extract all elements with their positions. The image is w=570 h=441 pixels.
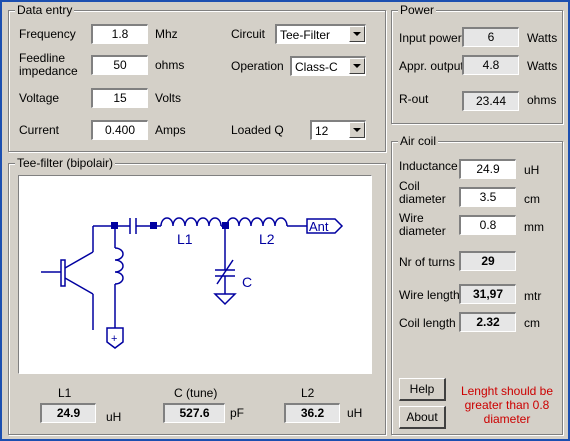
transistor-base-bar <box>60 259 66 287</box>
schematic-l1-label: L1 <box>177 231 193 247</box>
coil-length-label: Coil length <box>399 316 456 330</box>
schematic-c-label: C <box>242 274 252 290</box>
wire-diameter-label-line2: diameter <box>399 224 446 238</box>
warning-line-3: diameter <box>483 412 531 426</box>
junction-dot <box>111 222 118 229</box>
frequency-unit: Mhz <box>155 27 178 41</box>
nr-turns-value: 29 <box>459 251 516 271</box>
voltage-unit: Volts <box>155 91 182 105</box>
input-power-value: 6 <box>462 27 519 47</box>
l2-result-value: 36.2 <box>284 403 340 423</box>
r-out-value: 23.44 <box>462 91 519 111</box>
input-power-label: Input power <box>399 31 462 45</box>
loaded-q-select-value: 12 <box>315 124 329 138</box>
l2-coil <box>226 217 288 227</box>
collector-lead <box>64 251 94 269</box>
schematic-l2-label: L2 <box>259 231 275 247</box>
about-button[interactable]: About <box>399 406 446 429</box>
impedance-input[interactable]: 50 <box>91 55 148 75</box>
appr-output-label: Appr. output <box>399 59 464 73</box>
voltage-label: Voltage <box>19 91 60 105</box>
air-coil-title: Air coil <box>398 134 439 148</box>
coil-length-unit: cm <box>524 316 540 330</box>
current-label: Current <box>19 123 60 137</box>
l2-result-label: L2 <box>301 386 315 400</box>
warning-message: Lenght should be greater than 0.8 diamet… <box>458 384 556 426</box>
coil-diameter-label-line2: diameter <box>399 192 446 206</box>
schematic-canvas: L1 L2 C Ant + <box>18 175 372 374</box>
c-tune-label: C (tune) <box>174 386 218 400</box>
wire-length-label: Wire length <box>399 288 460 302</box>
power-title: Power <box>398 3 437 17</box>
loaded-q-select[interactable]: 12 <box>310 120 366 140</box>
ground-symbol <box>213 293 237 306</box>
junction-dot <box>150 222 157 229</box>
schematic-ant-label: Ant <box>309 219 329 234</box>
coil-diameter-unit: cm <box>524 192 540 206</box>
impedance-unit: ohms <box>155 58 185 72</box>
warning-line-2: greater than 0.8 <box>464 398 550 412</box>
circuit-select-value: Tee-Filter <box>280 28 331 42</box>
schematic-plus-label: + <box>111 333 117 345</box>
c-tune-value: 527.6 <box>163 403 225 423</box>
l2-result-unit: uH <box>347 406 363 420</box>
current-input[interactable]: 0.400 <box>91 120 148 140</box>
l1-coil <box>160 217 222 227</box>
wire-length-unit: mtr <box>524 289 542 303</box>
current-unit: Amps <box>155 123 186 137</box>
tee-filter-schematic: L1 L2 C Ant + <box>41 217 344 349</box>
wire-diameter-input[interactable]: 0.8 <box>459 215 516 235</box>
c-tune-unit: pF <box>230 406 245 420</box>
inductance-label: Inductance <box>399 159 458 173</box>
input-power-unit: Watts <box>527 31 558 45</box>
junction-dot <box>222 222 229 229</box>
operation-select-value: Class-C <box>295 60 338 74</box>
appr-output-value: 4.8 <box>462 55 519 75</box>
frequency-input[interactable]: 1.8 <box>91 24 148 44</box>
wire-length-value: 31,97 <box>459 284 516 304</box>
circuit-label: Circuit <box>231 27 266 41</box>
impedance-label-line2: impedance <box>19 64 78 78</box>
circuit-select[interactable]: Tee-Filter <box>275 24 366 44</box>
chevron-down-icon[interactable] <box>349 58 365 74</box>
operation-label: Operation <box>231 59 284 73</box>
chevron-down-icon[interactable] <box>349 26 365 42</box>
warning-line-1: Lenght should be <box>460 384 554 398</box>
l1-result-value: 24.9 <box>40 403 96 423</box>
choke-coil <box>114 247 124 285</box>
l1-result-unit: uH <box>106 410 122 424</box>
help-button[interactable]: Help <box>399 378 446 401</box>
l1-result-label: L1 <box>58 386 72 400</box>
inductance-unit: uH <box>524 163 540 177</box>
voltage-input[interactable]: 15 <box>91 88 148 108</box>
emitter-lead <box>64 277 94 295</box>
coil-length-value: 2.32 <box>459 312 516 332</box>
inductance-input[interactable]: 24.9 <box>459 159 516 179</box>
nr-turns-label: Nr of turns <box>399 255 456 269</box>
tee-filter-title: Tee-filter (bipolair) <box>15 156 116 170</box>
operation-select[interactable]: Class-C <box>290 56 366 76</box>
r-out-unit: ohms <box>527 93 557 107</box>
wire-diameter-unit: mm <box>524 220 544 234</box>
data-entry-title: Data entry <box>15 3 75 17</box>
appr-output-unit: Watts <box>527 59 558 73</box>
chevron-down-icon[interactable] <box>349 122 365 138</box>
r-out-label: R-out <box>399 92 429 106</box>
frequency-label: Frequency <box>19 27 76 41</box>
coil-diameter-input[interactable]: 3.5 <box>459 187 516 207</box>
loaded-q-label: Loaded Q <box>231 123 284 137</box>
